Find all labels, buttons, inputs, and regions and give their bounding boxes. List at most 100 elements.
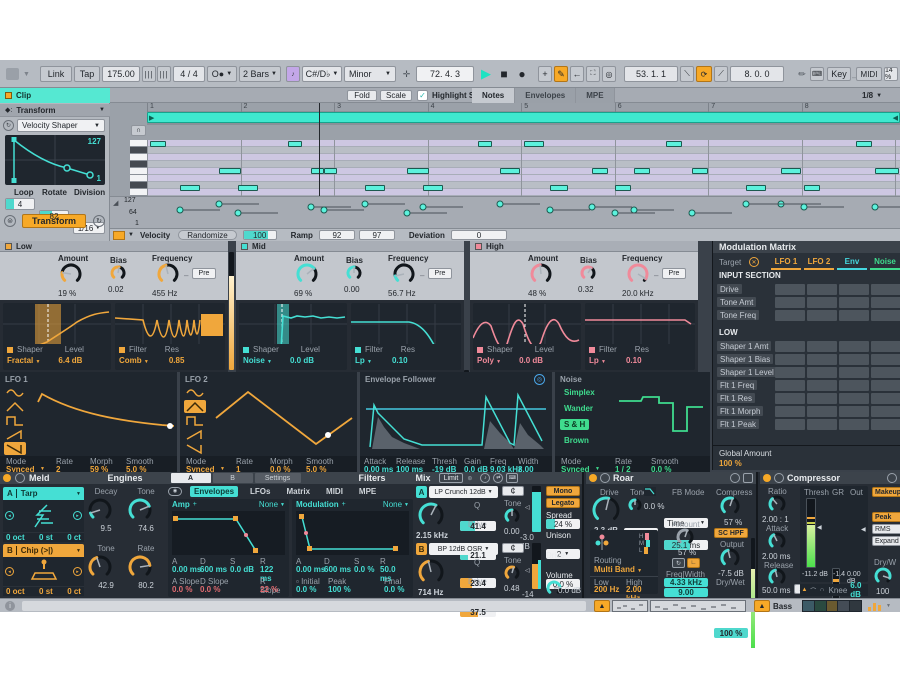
global-amount-value[interactable]: 100 % [719,459,742,468]
level-value[interactable]: 0.0 dB [519,356,543,365]
filter-type[interactable]: Lp ▼ [589,356,606,365]
engine-b-selector[interactable]: B Chip (>|) ▼ [3,544,84,557]
filter-b-q-field[interactable]: 23.4 [460,578,496,588]
engine-b-tuning[interactable]: 0 oct 0 st 0 ct [3,586,84,596]
res-value[interactable]: 0.10 [626,356,642,365]
overdub-icon[interactable]: ✎ [554,66,568,82]
window-options-icon[interactable] [6,68,19,80]
output-knob[interactable] [720,548,740,568]
filter-type[interactable]: Lp ▼ [355,356,372,365]
width-field[interactable]: 9.00 [664,588,708,597]
tab-notes[interactable]: Notes [472,88,515,103]
device-on-led[interactable] [589,474,597,482]
meld-subtab-lfos[interactable]: LFOs [246,486,274,497]
velocity-marker[interactable] [631,207,637,213]
makeup-button[interactable]: Makeup [872,487,900,497]
transform-tool-menu[interactable]: Velocity Shaper▼ [17,119,105,132]
capture-midi-icon[interactable]: ◎ [602,66,616,82]
shaper-type[interactable]: Poly ▼ [477,356,501,365]
matrix-column-env[interactable]: Env [837,257,867,270]
loop-start-field[interactable]: 53. 1. 1 [624,66,678,82]
out-handle-icon[interactable]: ◀ [861,526,866,533]
matrix-cell[interactable] [775,310,805,321]
matrix-cell[interactable] [839,393,869,404]
output-value[interactable]: -7.5 dB [718,569,744,578]
matrix-cell[interactable] [807,310,837,321]
lfo2-waveform[interactable] [212,386,354,454]
matrix-cell[interactable] [871,380,900,391]
level-value[interactable]: 6.4 dB [58,356,82,365]
clip-header[interactable]: Clip [0,88,110,103]
next-engine-icon[interactable]: ▸ [73,567,82,576]
filter-a-freq-knob[interactable] [418,502,444,528]
shaper-activator[interactable] [243,347,249,353]
roar-tone-value[interactable]: 0.0 % [644,502,664,511]
matrix-row-label[interactable]: Shaper 1 Amt [717,341,771,351]
matrix-cell[interactable] [775,354,805,365]
matrix-cell[interactable] [807,406,837,417]
knee-value[interactable]: 6.0 dB [850,581,868,598]
matrix-row-label[interactable]: Flt 1 Morph [717,406,763,416]
midi-note[interactable] [746,185,766,191]
hot-swap-icon[interactable]: ⇄ [493,473,503,483]
matrix-row-label[interactable]: Tone Amt [717,297,756,307]
meld-subtab-matrix[interactable]: Matrix [282,486,314,497]
amp-sustain[interactable]: 0.0 dB [230,565,254,574]
matrix-row-label[interactable]: Tone Freq [717,310,759,320]
back-to-arrangement-icon[interactable]: ← [570,66,584,82]
chevron-down-icon[interactable]: ▼ [404,502,409,508]
velocity-marker[interactable] [547,207,553,213]
freq-field[interactable]: 4.33 kHz [664,578,708,587]
punch-in-icon[interactable]: ⟍ [680,66,694,82]
noise-waveform[interactable] [615,387,707,453]
midi-note[interactable] [666,141,682,147]
attack-value[interactable]: 2.00 ms [762,552,790,561]
mix-a-fader[interactable] [532,486,541,532]
lfo2-shape-selector[interactable] [184,386,208,454]
engine-a-tuning[interactable]: 0 oct 0 st 0 ct [3,532,84,542]
legato-button[interactable]: Legato [546,498,580,508]
midi-note[interactable] [856,141,872,147]
meld-subtab-mpe[interactable]: MPE [355,486,380,497]
play-preview-icon[interactable]: ▶ [15,473,25,483]
scale-root-menu[interactable]: C#/D♭▼ [302,66,342,82]
mix-b-tone-knob[interactable] [504,565,520,581]
frequency-knob[interactable] [393,263,415,285]
tap-button[interactable]: Tap [74,66,100,82]
velocity-marker[interactable] [308,204,314,210]
amp-envelope-graph[interactable] [172,511,285,555]
shaper-activator[interactable] [7,347,13,353]
velocity-marker[interactable] [321,207,327,213]
fader-handle-icon[interactable]: ◁ [525,504,530,511]
device-on-led[interactable] [763,474,771,482]
expand-button[interactable]: Expand [872,536,900,546]
fb-filter-icon[interactable]: ∟ [687,558,700,568]
loop-start-marker[interactable]: ▶ [149,114,154,122]
tab-envelopes[interactable]: Envelopes [515,88,576,103]
filter-b-freq-knob[interactable] [418,559,444,585]
ratio-value[interactable]: 2.00 : 1 [762,515,789,524]
velocity-marker[interactable] [216,201,222,207]
matrix-cell[interactable] [807,367,837,378]
compress-knob[interactable] [720,496,740,516]
matrix-cell[interactable] [871,354,900,365]
square-shape-icon[interactable] [184,414,206,427]
matrix-column-lfo2[interactable]: LFO 2 [804,257,834,270]
matrix-cell[interactable] [807,393,837,404]
matrix-cell[interactable] [871,406,900,417]
noise-type-simplex[interactable]: Simplex [560,387,599,398]
warning-icon[interactable]: ▲ [754,600,770,612]
chevron-down-icon[interactable]: ▼ [280,502,285,508]
dice-icon[interactable]: ⊜ [4,215,16,227]
mono-button[interactable]: Mono [546,486,580,496]
session-record-icon[interactable]: ⛶ [586,66,600,82]
matrix-cell[interactable] [807,354,837,365]
filter-a-q-field[interactable]: 41.4 [460,521,496,531]
filter-graph-panel[interactable]: Filter Res Lp ▼ 0.10 [351,303,461,370]
meter-icon[interactable] [868,601,882,611]
midi-note[interactable] [781,168,801,174]
midi-note[interactable] [288,141,302,147]
follow-icon[interactable]: ✛ [400,68,413,80]
velocity-marker[interactable] [689,210,695,216]
st-value[interactable]: 0 st [39,533,53,542]
